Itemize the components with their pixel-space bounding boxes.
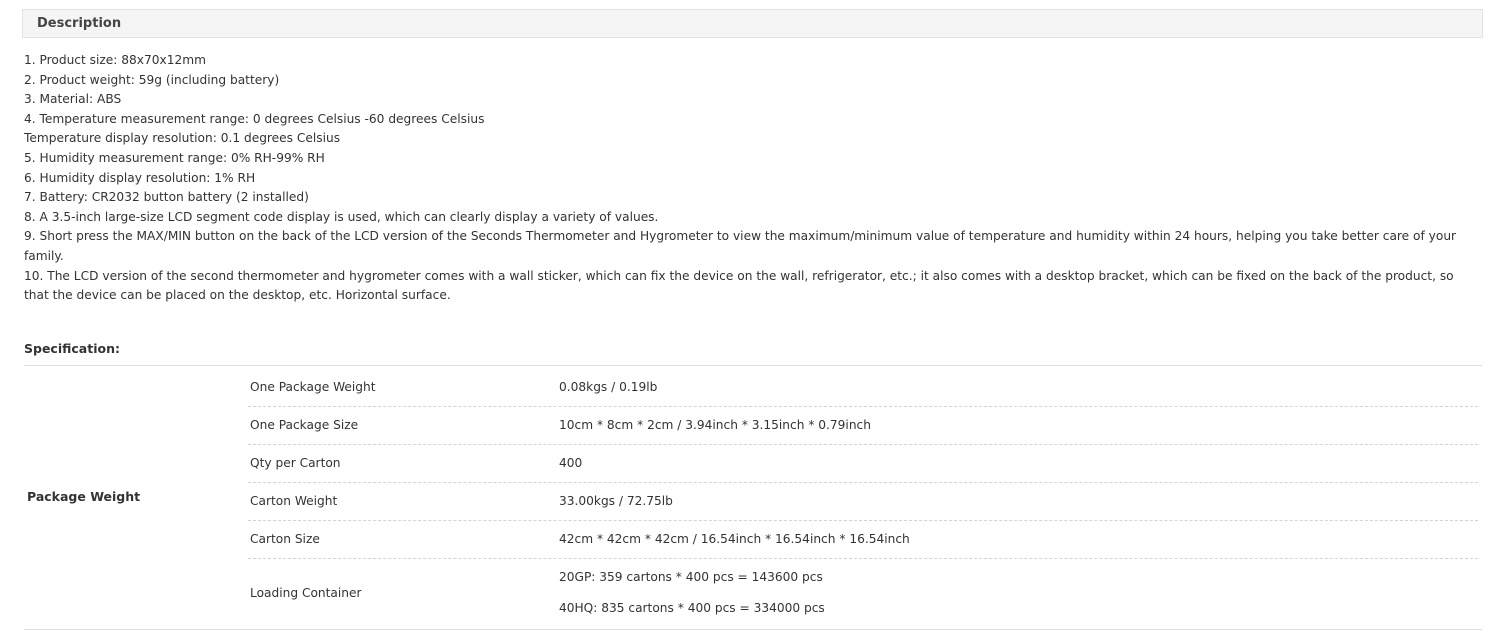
spec-row-one-package-weight: One Package Weight 0.08kgs / 0.19lb — [248, 368, 1478, 407]
spec-value: 10cm * 8cm * 2cm / 3.94inch * 3.15inch *… — [559, 418, 871, 432]
spec-key: Carton Size — [250, 532, 320, 546]
description-line: 8. A 3.5-inch large-size LCD segment cod… — [24, 209, 659, 224]
spec-key: Carton Weight — [250, 494, 338, 508]
spec-row-one-package-size: One Package Size 10cm * 8cm * 2cm / 3.94… — [248, 407, 1478, 445]
spec-value: 40HQ: 835 cartons * 400 pcs = 334000 pcs — [559, 601, 825, 615]
spec-value: 42cm * 42cm * 42cm / 16.54inch * 16.54in… — [559, 532, 910, 546]
description-line: Temperature display resolution: 0.1 degr… — [24, 131, 341, 146]
description-body: 1. Product size: 88x70x12mm 2. Product w… — [24, 51, 1482, 306]
description-line: 2. Product weight: 59g (including batter… — [24, 72, 280, 87]
spec-key: One Package Size — [250, 418, 359, 432]
spec-key: Loading Container — [250, 586, 362, 600]
spec-value: 400 — [559, 456, 583, 470]
description-line: 7. Battery: CR2032 button battery (2 ins… — [24, 190, 309, 205]
specification-title: Specification: — [24, 341, 120, 356]
description-line: 5. Humidity measurement range: 0% RH-99%… — [24, 150, 325, 165]
specification-bottom-divider — [24, 629, 1482, 630]
spec-row-carton-size: Carton Size 42cm * 42cm * 42cm / 16.54in… — [248, 521, 1478, 559]
specification-top-divider — [24, 365, 1482, 366]
spec-row-carton-weight: Carton Weight 33.00kgs / 72.75lb — [248, 483, 1478, 521]
spec-key: Qty per Carton — [250, 456, 341, 470]
description-line: 1. Product size: 88x70x12mm — [24, 53, 206, 67]
description-header: Description — [22, 9, 1483, 38]
spec-value: 33.00kgs / 72.75lb — [559, 494, 673, 508]
description-line: 10. The LCD version of the second thermo… — [24, 268, 1454, 303]
spec-row-qty-per-carton: Qty per Carton 400 — [248, 445, 1478, 483]
description-line: 3. Material: ABS — [24, 92, 122, 107]
description-line: 9. Short press the MAX/MIN button on the… — [24, 229, 1457, 263]
spec-key: One Package Weight — [250, 380, 376, 394]
description-line: 6. Humidity display resolution: 1% RH — [24, 170, 256, 185]
description-line: 4. Temperature measurement range: 0 degr… — [24, 111, 485, 126]
description-title: Description — [37, 16, 122, 31]
spec-value: 20GP: 359 cartons * 400 pcs = 143600 pcs — [559, 570, 823, 584]
spec-row-loading-container: Loading Container 20GP: 359 cartons * 40… — [248, 559, 1478, 629]
spec-value: 0.08kgs / 0.19lb — [559, 380, 658, 394]
spec-group-label: Package Weight — [27, 489, 141, 504]
